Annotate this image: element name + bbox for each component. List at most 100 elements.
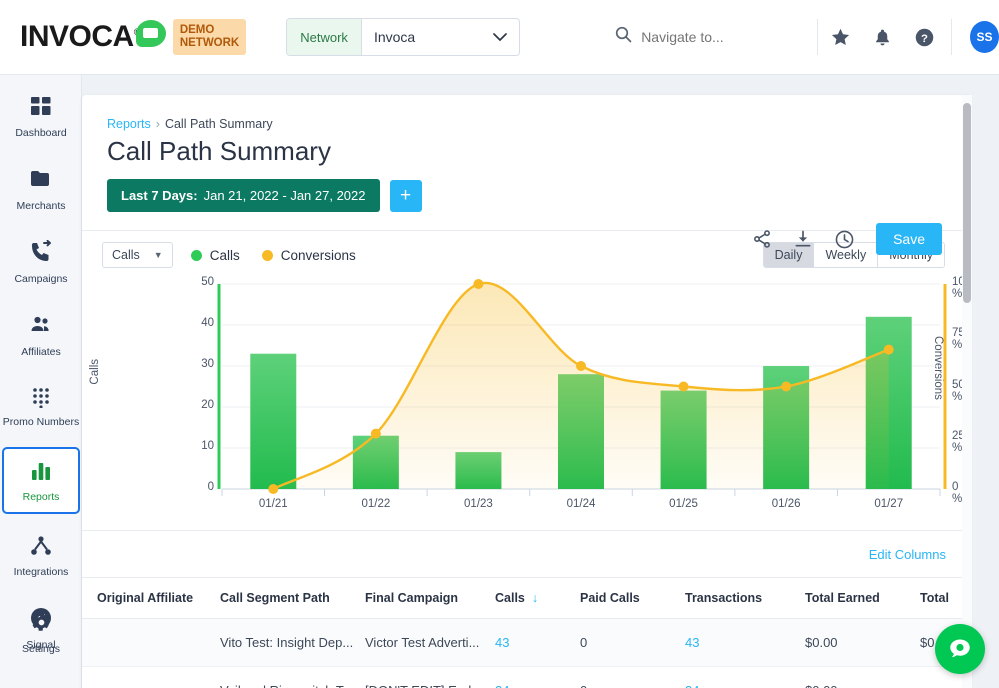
legend-item-calls[interactable]: Calls (190, 247, 240, 263)
network-name: Invoca (373, 29, 416, 45)
metric-select[interactable]: Calls ▼ (102, 242, 173, 268)
bell-icon[interactable] (873, 27, 892, 48)
column-header-transactions[interactable]: Transactions (685, 577, 805, 619)
search-icon (615, 26, 632, 48)
sidebar-item-reports[interactable]: Reports (2, 447, 80, 514)
edit-columns-link[interactable]: Edit Columns (869, 547, 946, 562)
avatar[interactable]: SS (970, 21, 999, 53)
save-button[interactable]: Save (876, 223, 942, 255)
metric-select-value: Calls (112, 248, 140, 262)
sidebar-item-label: Integrations (13, 566, 69, 578)
dashboard-icon (29, 97, 53, 122)
cell-total-earned: $0.00 (805, 618, 920, 667)
breadcrumb-current: Call Path Summary (164, 117, 273, 131)
sidebar-item-affiliates[interactable]: Affiliates (0, 302, 82, 367)
column-header-call-segment-path[interactable]: Call Segment Path (220, 577, 365, 619)
date-range-value: Jan 21, 2022 - Jan 27, 2022 (203, 188, 366, 203)
breadcrumb: Reports › Call Path Summary (82, 95, 970, 131)
history-clock-icon[interactable] (834, 229, 855, 250)
legend-label: Calls (209, 247, 240, 263)
breadcrumb-root-link[interactable]: Reports (107, 117, 151, 131)
column-header-final-campaign[interactable]: Final Campaign (365, 577, 495, 619)
chat-bubble-icon (950, 639, 970, 658)
cell-final-campaign: Victor Test Adverti... (365, 618, 495, 667)
chat-widget-button[interactable] (935, 624, 985, 674)
legend-item-conversions[interactable]: Conversions (261, 247, 356, 263)
cell-transactions[interactable]: 43 (685, 618, 805, 667)
sidebar-item-settings[interactable]: Settings (0, 600, 82, 664)
network-selector-label: Network (287, 19, 362, 55)
add-filter-button[interactable]: + (389, 179, 422, 212)
legend-swatch-conversions (261, 249, 273, 261)
panel-scrollbar-thumb[interactable] (963, 103, 971, 303)
gear-icon (30, 614, 53, 638)
cell-paid-calls: 0 (580, 666, 685, 688)
global-search[interactable] (615, 26, 812, 48)
sidebar-item-label: Dashboard (15, 127, 67, 139)
date-range-prefix: Last 7 Days: (121, 188, 198, 203)
folder-icon (29, 171, 53, 195)
sidebar-item-promo-numbers[interactable]: Promo Numbers (0, 375, 82, 437)
table-row[interactable]: Vail and Ringswitch T... [DON'T EDIT] Ea… (82, 666, 970, 688)
share-icon[interactable] (752, 229, 772, 249)
chart-legend: Calls Conversions (190, 247, 356, 263)
demo-network-badge: DEMO NETWORK (172, 19, 247, 55)
legend-label: Conversions (280, 247, 356, 263)
table-row[interactable]: Vito Test: Insight Dep... Victor Test Ad… (82, 618, 970, 667)
sidebar: Dashboard Merchants Campaigns Affiliates… (0, 75, 82, 688)
column-header-paid-calls[interactable]: Paid Calls (580, 577, 685, 619)
sidebar-item-campaigns[interactable]: Campaigns (0, 229, 82, 294)
panel-scrollbar-track[interactable] (962, 95, 972, 688)
sidebar-item-label: Merchants (16, 200, 66, 212)
network-selector[interactable]: Network Invoca (286, 18, 521, 56)
svg-text:?: ? (921, 32, 928, 44)
call-path-chart: Calls Conversions 0 10 20 30 40 50 0 % 25 % 50 … (82, 274, 970, 524)
cell-call-segment-path: Vito Test: Insight Dep... (220, 618, 365, 667)
download-icon[interactable] (793, 229, 813, 249)
cell-calls[interactable]: 24 (495, 666, 580, 688)
speech-bubble-icon (135, 19, 166, 47)
cell-final-campaign: [DON'T EDIT] Earl... (365, 666, 495, 688)
cell-total-earned: $0.00 (805, 666, 920, 688)
keypad-icon (29, 388, 53, 412)
sidebar-item-integrations[interactable]: Integrations (0, 524, 82, 587)
sort-descending-icon: ↓ (531, 591, 539, 605)
main-content-panel: Reports › Call Path Summary Call Path Summ… (82, 95, 970, 688)
cell-original-affiliate (82, 666, 220, 688)
cell-original-affiliate (82, 618, 220, 667)
cell-transactions[interactable]: 24 (685, 666, 805, 688)
sidebar-item-label: Promo Numbers (2, 416, 80, 428)
date-range-filter[interactable]: Last 7 Days: Jan 21, 2022 - Jan 27, 2022 (107, 179, 380, 212)
sidebar-item-label: Campaigns (14, 273, 68, 285)
legend-swatch-calls (190, 249, 202, 261)
sidebar-item-label: Settings (22, 643, 60, 655)
header-divider (817, 19, 819, 55)
table-header-row: Original Affiliate Call Segment Path Fin… (82, 577, 970, 619)
chart-plot (217, 279, 947, 496)
bar-chart-icon (29, 463, 53, 486)
chevron-down-icon (493, 30, 508, 45)
breadcrumb-separator: › (155, 117, 160, 131)
brand-logo[interactable]: INVOCA® DEMO NETWORK (20, 19, 247, 55)
results-table: Original Affiliate Call Segment Path Fin… (82, 577, 970, 688)
phone-forward-icon (29, 239, 53, 268)
caret-down-icon: ▼ (153, 250, 163, 260)
column-header-original-affiliate[interactable]: Original Affiliate (82, 577, 220, 619)
people-icon (29, 316, 53, 341)
help-icon[interactable]: ? (914, 27, 935, 48)
header-divider-2 (951, 19, 952, 55)
node-tree-icon (29, 536, 53, 561)
sidebar-item-label: Reports (22, 491, 60, 503)
cell-paid-calls: 0 (580, 618, 685, 667)
network-selector-value[interactable]: Invoca (362, 19, 519, 55)
column-header-calls[interactable]: Calls ↓ (495, 577, 580, 619)
column-header-total-earned[interactable]: Total Earned (805, 577, 920, 619)
star-icon[interactable] (830, 27, 851, 48)
cell-calls[interactable]: 43 (495, 618, 580, 667)
cell-call-segment-path: Vail and Ringswitch T... (220, 666, 365, 688)
search-input[interactable] (641, 29, 812, 45)
sidebar-item-merchants[interactable]: Merchants (0, 156, 82, 221)
page-title: Call Path Summary (107, 136, 331, 166)
sidebar-item-dashboard[interactable]: Dashboard (0, 83, 82, 148)
logo-wordmark: INVOCA® (20, 20, 140, 54)
